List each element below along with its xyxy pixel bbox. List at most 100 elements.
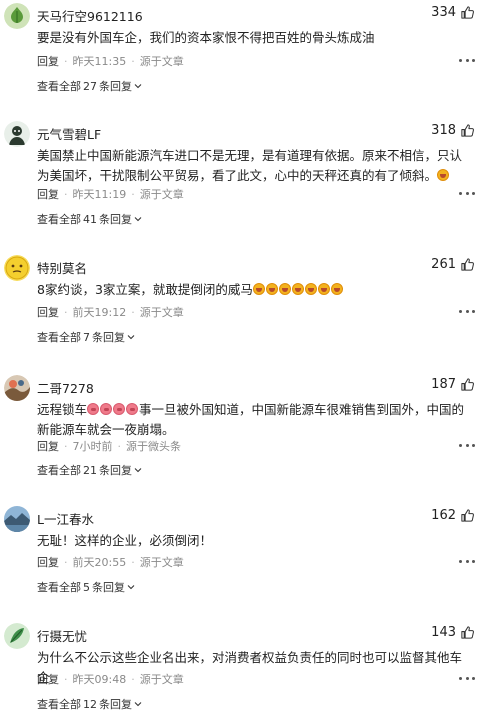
timestamp: 昨天11:19 <box>72 188 127 201</box>
avatar[interactable] <box>4 121 30 147</box>
avatar[interactable] <box>4 623 30 649</box>
source-label: 源于文章 <box>139 306 184 319</box>
more-options-icon[interactable] <box>459 556 475 566</box>
like-button[interactable]: 318 <box>431 123 475 138</box>
timestamp: 前天19:12 <box>72 306 127 319</box>
reply-button[interactable]: 回复 <box>37 53 59 69</box>
like-button[interactable]: 143 <box>431 625 475 640</box>
view-all-suffix: 条回复 <box>99 698 132 711</box>
separator: · <box>64 672 68 686</box>
chevron-down-icon <box>127 585 135 590</box>
reply-button[interactable]: 回复 <box>37 304 59 320</box>
view-all-replies[interactable]: 查看全部 41 条回复 <box>37 211 142 227</box>
more-options-icon[interactable] <box>459 306 475 316</box>
view-all-suffix: 条回复 <box>92 331 125 344</box>
thumbs-up-icon <box>461 124 474 137</box>
comment-text: 美国禁止中国新能源汽车进口不是无理，是有道理有依据。原来不相信，只认为美国坏，干… <box>37 146 469 186</box>
separator: · <box>64 305 68 319</box>
avatar[interactable] <box>4 375 30 401</box>
comment-item: 特别莫名 261 8家约谈，3家立案，就敢提倒闭的威马 回复 · 前天19:12… <box>0 252 483 352</box>
comment-meta: 回复 · 昨天09:48 · 源于文章 <box>37 671 184 687</box>
source-label: 源于文章 <box>139 55 184 68</box>
chevron-down-icon <box>134 217 142 222</box>
like-button[interactable]: 334 <box>431 5 475 20</box>
comment-item: 天马行空9612116 334 要是没有外国车企，我们的资本家恨不得把百姓的骨头… <box>0 0 483 100</box>
separator: · <box>64 439 68 453</box>
thumbs-up-icon <box>461 258 474 271</box>
laugh-emoji-icon <box>291 283 304 295</box>
more-options-icon[interactable] <box>459 673 475 683</box>
username[interactable]: L一江春水 <box>37 509 94 528</box>
separator: · <box>64 187 68 201</box>
more-options-icon[interactable] <box>459 55 475 65</box>
view-all-replies[interactable]: 查看全部 12 条回复 <box>37 696 142 712</box>
chevron-down-icon <box>134 468 142 473</box>
username[interactable]: 二哥7278 <box>37 378 94 397</box>
username[interactable]: 特别莫名 <box>37 258 87 277</box>
reply-count: 27 <box>83 79 97 93</box>
laugh-emoji-icon <box>437 169 450 181</box>
view-all-prefix: 查看全部 <box>37 331 81 344</box>
thumbs-up-icon <box>461 6 474 19</box>
more-options-icon[interactable] <box>459 188 475 198</box>
comment-item: 行摄无忧 143 为什么不公示这些企业名出来，对消费者权益负责任的同时也可以监督… <box>0 620 483 720</box>
like-count: 187 <box>431 377 456 392</box>
separator: · <box>131 305 135 319</box>
source-label: 源于文章 <box>139 673 184 686</box>
reply-button[interactable]: 回复 <box>37 186 59 202</box>
view-all-replies[interactable]: 查看全部 5 条回复 <box>37 579 135 595</box>
separator: · <box>131 555 135 569</box>
avatar[interactable] <box>4 255 30 281</box>
view-all-replies[interactable]: 查看全部 7 条回复 <box>37 329 135 345</box>
pig-emoji-icon <box>126 403 139 415</box>
laugh-emoji-icon <box>317 283 330 295</box>
comment-text: 要是没有外国车企，我们的资本家恨不得把百姓的骨头炼成油 <box>37 30 375 45</box>
username[interactable]: 天马行空9612116 <box>37 6 143 25</box>
laugh-emoji-icon <box>330 283 343 295</box>
view-all-prefix: 查看全部 <box>37 581 81 594</box>
like-count: 334 <box>431 5 456 20</box>
timestamp: 昨天09:48 <box>72 673 127 686</box>
view-all-prefix: 查看全部 <box>37 80 81 93</box>
reply-count: 21 <box>83 463 97 477</box>
view-all-prefix: 查看全部 <box>37 464 81 477</box>
comment-text: 无耻！这样的企业，必须倒闭！ <box>37 533 213 548</box>
like-count: 318 <box>431 123 456 138</box>
comment-meta: 回复 · 前天19:12 · 源于文章 <box>37 304 184 320</box>
pig-emoji-icon <box>87 403 100 415</box>
separator: · <box>131 54 135 68</box>
more-options-icon[interactable] <box>459 440 475 450</box>
like-count: 162 <box>431 508 456 523</box>
avatar[interactable] <box>4 3 30 29</box>
like-button[interactable]: 162 <box>431 508 475 523</box>
like-button[interactable]: 187 <box>431 377 475 392</box>
view-all-suffix: 条回复 <box>99 80 132 93</box>
pig-emoji-icon <box>113 403 126 415</box>
reply-button[interactable]: 回复 <box>37 671 59 687</box>
comment-meta: 回复 · 昨天11:35 · 源于文章 <box>37 53 184 69</box>
view-all-prefix: 查看全部 <box>37 698 81 711</box>
comment-text: 8家约谈，3家立案，就敢提倒闭的威马 <box>37 280 469 300</box>
comment-text-lead: 远程锁车 <box>37 402 88 417</box>
avatar[interactable] <box>4 506 30 532</box>
view-all-prefix: 查看全部 <box>37 213 81 226</box>
username[interactable]: 行摄无忧 <box>37 626 87 645</box>
view-all-replies[interactable]: 查看全部 27 条回复 <box>37 78 142 94</box>
like-count: 143 <box>431 625 456 640</box>
like-button[interactable]: 261 <box>431 257 475 272</box>
comment-meta: 回复 · 昨天11:19 · 源于文章 <box>37 186 184 202</box>
comment-list: 天马行空9612116 334 要是没有外国车企，我们的资本家恨不得把百姓的骨头… <box>0 0 483 720</box>
reply-button[interactable]: 回复 <box>37 438 59 454</box>
reply-count: 5 <box>83 580 90 594</box>
username[interactable]: 元气雪碧LF <box>37 124 101 143</box>
comment-item: L一江春水 162 无耻！这样的企业，必须倒闭！ 回复 · 前天20:55 · … <box>0 503 483 603</box>
separator: · <box>131 187 135 201</box>
reply-count: 7 <box>83 330 90 344</box>
reply-button[interactable]: 回复 <box>37 554 59 570</box>
chevron-down-icon <box>134 84 142 89</box>
view-all-replies[interactable]: 查看全部 21 条回复 <box>37 462 142 478</box>
separator: · <box>131 672 135 686</box>
comment-text-body: 8家约谈，3家立案，就敢提倒闭的威马 <box>37 282 253 297</box>
timestamp: 昨天11:35 <box>72 55 127 68</box>
reply-count: 41 <box>83 212 97 226</box>
